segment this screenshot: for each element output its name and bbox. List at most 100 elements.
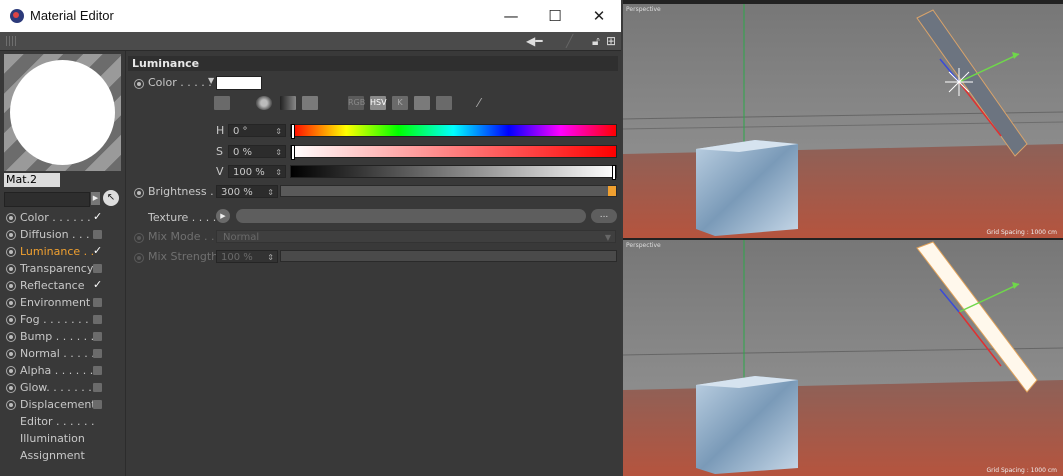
kelvin-mode-button[interactable]: K — [392, 96, 408, 110]
channel-radio-icon[interactable] — [6, 213, 16, 223]
mix-mode-label: Mix Mode . . . — [148, 230, 222, 243]
brightness-spinner-icon[interactable]: ⇕ — [267, 186, 274, 199]
channel-item[interactable]: Transparency — [0, 260, 125, 277]
channel-radio-icon[interactable] — [6, 366, 16, 376]
checkbox[interactable] — [93, 366, 102, 375]
checkbox[interactable] — [93, 332, 102, 341]
color-wheel-icon[interactable] — [256, 96, 272, 110]
minimize-button[interactable]: — — [494, 4, 528, 28]
material-preview[interactable] — [4, 54, 121, 171]
rgb-mode-button[interactable]: RGB — [348, 96, 365, 110]
checkbox[interactable] — [93, 298, 102, 307]
hue-slider[interactable] — [290, 124, 617, 139]
hue-marker[interactable] — [291, 124, 295, 139]
checkbox[interactable] — [93, 315, 102, 324]
saturation-marker[interactable] — [291, 145, 295, 160]
brightness-field[interactable]: 300 % ⇕ — [216, 185, 278, 198]
mix-mode-dropdown[interactable]: Normal ▼ — [216, 230, 616, 243]
extra-item[interactable]: Assignment — [0, 447, 125, 464]
channel-radio-icon[interactable] — [6, 281, 16, 291]
channel-radio-icon[interactable] — [6, 349, 16, 359]
channel-item[interactable]: Normal . . . . . — [0, 345, 125, 362]
channel-item[interactable]: Bump . . . . . . — [0, 328, 125, 345]
checkbox[interactable] — [93, 400, 102, 409]
lock-icon[interactable]: 🔓︎ — [592, 34, 600, 49]
forward-arrow-icon[interactable]: ╱ — [566, 34, 573, 48]
checkbox[interactable] — [93, 383, 102, 392]
checkmark-icon[interactable]: ✓ — [93, 211, 102, 222]
hsv-mode-button[interactable]: HSV — [370, 96, 387, 110]
color-swatch[interactable] — [216, 76, 262, 90]
close-button[interactable]: ✕ — [582, 4, 616, 28]
material-name-field[interactable]: Mat.2 — [4, 173, 60, 187]
hue-field[interactable]: 0 ° ⇕ — [228, 124, 286, 137]
pick-cursor-icon[interactable]: ↖ — [103, 190, 119, 206]
value-marker[interactable] — [612, 165, 616, 180]
channel-item[interactable]: Alpha . . . . . . — [0, 362, 125, 379]
channel-label: Normal . . . . . — [20, 347, 95, 360]
mix-strength-spinner-icon[interactable]: ⇕ — [267, 251, 274, 264]
channel-item[interactable]: Environment — [0, 294, 125, 311]
back-arrow-icon[interactable]: ◀━ — [526, 34, 542, 48]
color-radio-icon[interactable] — [134, 79, 144, 89]
material-play-icon[interactable]: ▶ — [91, 192, 100, 205]
channel-label: Fog . . . . . . . . — [20, 313, 96, 326]
viewport-top[interactable]: Perspective Grid Spacing : 1000 cm — [623, 4, 1063, 238]
channel-item[interactable]: Glow. . . . . . . — [0, 379, 125, 396]
cinema4d-app-icon — [10, 9, 24, 23]
channel-radio-icon[interactable] — [6, 315, 16, 325]
value-field[interactable]: 100 % ⇕ — [228, 165, 286, 178]
material-search-field[interactable] — [4, 192, 90, 207]
mix-strength-radio-icon[interactable] — [134, 253, 144, 263]
channel-radio-icon[interactable] — [6, 247, 16, 257]
texture-browse-button[interactable]: ... — [591, 209, 617, 223]
checkmark-icon[interactable]: ✓ — [93, 279, 102, 290]
checkbox[interactable] — [93, 264, 102, 273]
viewport-scene-top — [623, 4, 1063, 238]
channel-radio-icon[interactable] — [6, 298, 16, 308]
saturation-field[interactable]: 0 % ⇕ — [228, 145, 286, 158]
color-eyedropper-icon[interactable]: ⁄ — [478, 96, 494, 110]
channel-item[interactable]: Fog . . . . . . . . — [0, 311, 125, 328]
extra-item[interactable]: Editor . . . . . . — [0, 413, 125, 430]
channel-radio-icon[interactable] — [6, 383, 16, 393]
brightness-radio-icon[interactable] — [134, 188, 144, 198]
grip-handle-icon[interactable] — [6, 36, 18, 46]
channel-radio-icon[interactable] — [6, 230, 16, 240]
texture-field[interactable] — [236, 209, 586, 223]
mix-strength-slider[interactable] — [280, 250, 617, 262]
brightness-slider[interactable] — [280, 185, 617, 197]
color-label: Color . . . . . — [148, 76, 212, 89]
image-icon[interactable] — [302, 96, 318, 110]
maximize-button[interactable]: ☐ — [538, 4, 572, 28]
mix-mode-radio-icon[interactable] — [134, 233, 144, 243]
mixer-icon[interactable] — [414, 96, 430, 110]
swatches-icon[interactable] — [436, 96, 452, 110]
spectrum-icon[interactable] — [280, 96, 296, 110]
channel-radio-icon[interactable] — [6, 400, 16, 410]
checkmark-icon[interactable]: ✓ — [93, 245, 102, 256]
section-title: Luminance — [128, 56, 618, 71]
value-spinner-icon[interactable]: ⇕ — [275, 166, 282, 179]
extra-item[interactable]: Illumination — [0, 430, 125, 447]
value-slider[interactable] — [290, 165, 617, 180]
channel-item[interactable]: Color . . . . . . ✓ — [0, 209, 125, 226]
channel-radio-icon[interactable] — [6, 264, 16, 274]
channel-item[interactable]: Diffusion . . . . — [0, 226, 125, 243]
saturation-slider[interactable] — [290, 145, 617, 160]
texture-play-icon[interactable]: ▶ — [216, 209, 230, 223]
channel-item[interactable]: Luminance . . ✓ — [0, 243, 125, 260]
mix-strength-field[interactable]: 100 % ⇕ — [216, 250, 278, 263]
channel-item[interactable]: Displacement — [0, 396, 125, 413]
channel-item[interactable]: Reflectance ✓ — [0, 277, 125, 294]
checkbox[interactable] — [93, 230, 102, 239]
checkbox[interactable] — [93, 349, 102, 358]
color-dropdown-arrow-icon[interactable]: ▼ — [208, 76, 214, 85]
viewport-bottom[interactable]: Perspective Grid Spacing : 1000 cm — [623, 240, 1063, 476]
eyedropper-mode-icon[interactable] — [214, 96, 230, 110]
channel-radio-icon[interactable] — [6, 332, 16, 342]
hue-spinner-icon[interactable]: ⇕ — [275, 125, 282, 138]
new-window-icon[interactable]: ⊞ — [606, 34, 616, 48]
brightness-slider-knob[interactable] — [608, 186, 616, 196]
saturation-spinner-icon[interactable]: ⇕ — [275, 146, 282, 159]
